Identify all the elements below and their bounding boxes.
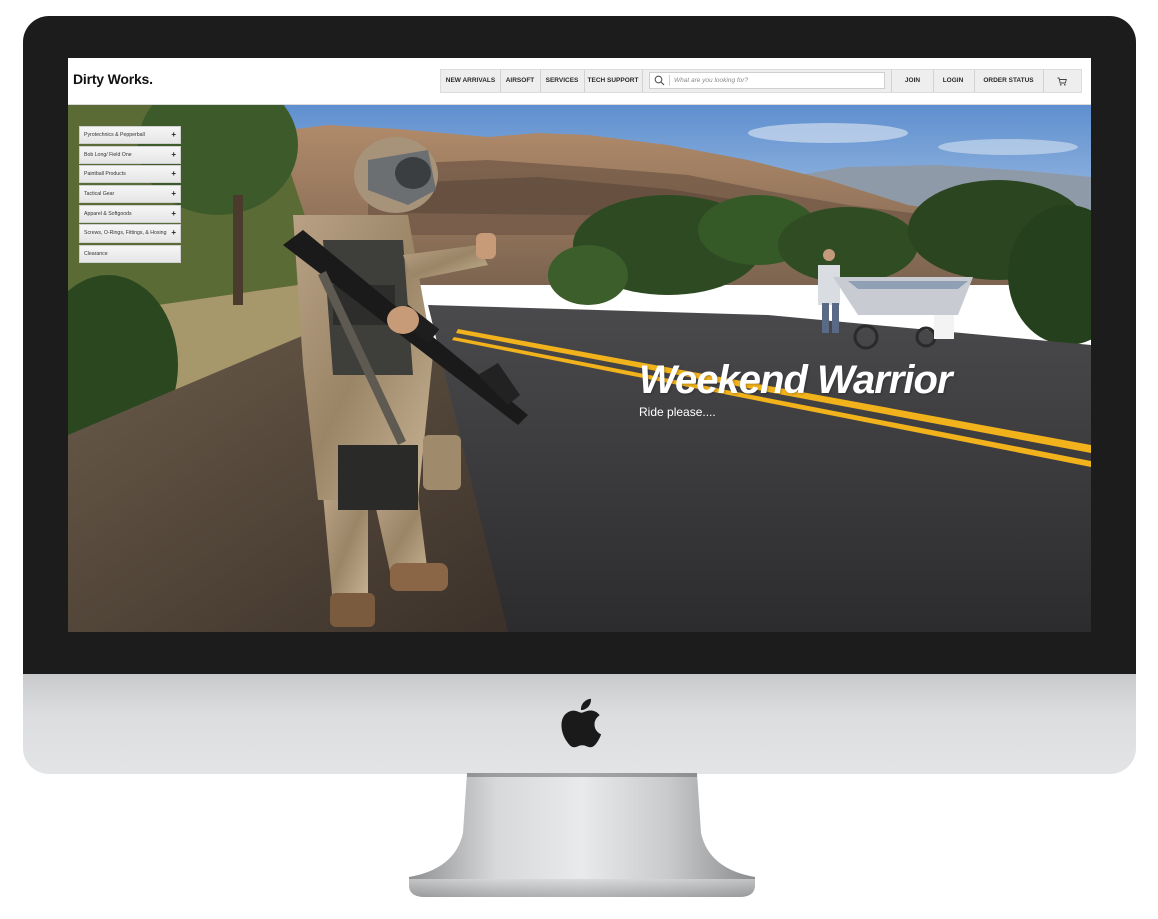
category-item-paintball-products[interactable]: Paintball Products +	[79, 165, 181, 184]
category-item-bob-long[interactable]: Bob Long/ Field One +	[79, 145, 181, 164]
category-label: Screws, O-Rings, Fittings, & Hosing	[84, 230, 167, 237]
search-box[interactable]	[649, 72, 885, 89]
hero-banner: Weekend Warrior Ride please.... Pyrotech…	[68, 105, 1091, 632]
category-label: Bob Long/ Field One	[84, 151, 132, 158]
search-input[interactable]	[674, 73, 879, 88]
category-item-clearance[interactable]: Clearance	[79, 245, 181, 264]
expand-plus-icon[interactable]: +	[171, 129, 176, 141]
expand-plus-icon[interactable]: +	[171, 188, 176, 200]
nav-login[interactable]: LOGIN	[932, 70, 975, 92]
main-menu-bar: NEW ARRIVALS AIRSOFT SERVICES TECH SUPPO…	[440, 69, 1082, 93]
nav-airsoft[interactable]: AIRSOFT	[500, 70, 541, 92]
category-item-tactical-gear[interactable]: Tactical Gear +	[79, 185, 181, 204]
cart-button[interactable]	[1043, 70, 1081, 92]
category-label: Paintball Products	[84, 171, 126, 178]
hero-subtitle: Ride please....	[639, 405, 716, 419]
expand-plus-icon[interactable]: +	[171, 227, 176, 239]
top-navigation: Dirty Works. NEW ARRIVALS AIRSOFT SERVIC…	[68, 58, 1091, 105]
search-icon[interactable]	[654, 75, 665, 86]
nav-order-status[interactable]: ORDER STATUS	[974, 70, 1044, 92]
category-item-apparel[interactable]: Apparel & Softgoods +	[79, 204, 181, 223]
browser-screen: Dirty Works. NEW ARRIVALS AIRSOFT SERVIC…	[68, 58, 1091, 632]
category-label: Pyrotechnics & Pepperball	[84, 132, 145, 138]
expand-plus-icon[interactable]: +	[171, 168, 176, 180]
nav-join[interactable]: JOIN	[891, 70, 934, 92]
apple-logo-icon	[561, 698, 602, 748]
imac-mockup: Dirty Works. NEW ARRIVALS AIRSOFT SERVIC…	[0, 0, 1158, 919]
cart-icon[interactable]	[1057, 77, 1067, 86]
hero-title: Weekend Warrior	[639, 358, 953, 402]
nav-tech-support[interactable]: TECH SUPPORT	[584, 70, 643, 92]
nav-new-arrivals[interactable]: NEW ARRIVALS	[441, 70, 501, 92]
brand-logo[interactable]: Dirty Works.	[73, 71, 153, 87]
nav-services[interactable]: SERVICES	[540, 70, 585, 92]
category-label: Tactical Gear	[84, 191, 115, 198]
category-item-screws-orings[interactable]: Screws, O-Rings, Fittings, & Hosing +	[79, 224, 181, 244]
category-sidebar: Pyrotechnics & Pepperball + Bob Long/ Fi…	[79, 126, 181, 265]
category-label: Clearance	[84, 251, 108, 258]
monitor-stand	[409, 773, 755, 897]
search-divider	[669, 75, 670, 86]
expand-plus-icon[interactable]: +	[171, 208, 176, 220]
expand-plus-icon[interactable]: +	[171, 149, 176, 161]
category-item-pyrotechnics[interactable]: Pyrotechnics & Pepperball +	[79, 126, 181, 144]
category-label: Apparel & Softgoods	[84, 210, 132, 217]
